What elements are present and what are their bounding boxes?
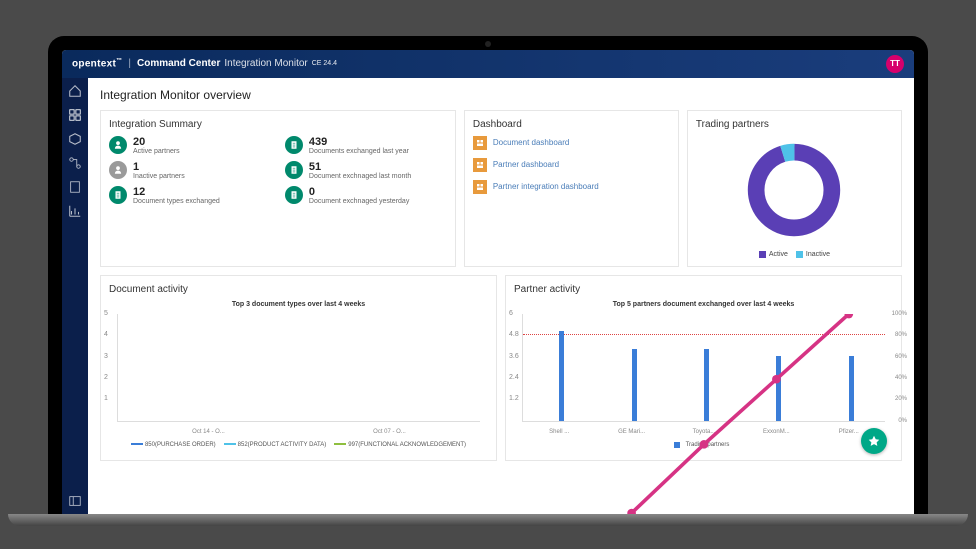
- summary-value: 51: [309, 161, 411, 173]
- trading-partners-card: Trading partners Active Inactive: [687, 110, 902, 267]
- partners-icon: [109, 161, 127, 179]
- doc-icon[interactable]: [68, 180, 82, 194]
- dashboard-link[interactable]: Partner integration dashboard: [473, 180, 670, 194]
- action-fab[interactable]: [861, 428, 887, 454]
- partner-chart-area: 1.22.43.64.860%20%40%60%80%100%Shell ...…: [522, 314, 885, 422]
- trading-partners-donut: [744, 140, 844, 240]
- summary-value: 439: [309, 136, 409, 148]
- summary-item: 51 Document exchnaged last month: [285, 161, 447, 180]
- summary-item: 20 Active partners: [109, 136, 271, 155]
- app-title: Command Center: [137, 58, 220, 69]
- document-activity-card: Document activity Top 3 document types o…: [100, 275, 497, 461]
- home-icon[interactable]: [68, 84, 82, 98]
- summary-label: Document exchnaged last month: [309, 173, 411, 180]
- dashboard-link-label: Partner integration dashboard: [493, 182, 599, 191]
- summary-label: Documents exchanged last year: [309, 148, 409, 155]
- doc-chart-area: 12345Oct 14 - O...Oct 07 - O...: [117, 314, 480, 422]
- summary-label: Active partners: [133, 148, 180, 155]
- summary-item: 12 Document types exchanged: [109, 186, 271, 205]
- summary-title: Integration Summary: [109, 119, 447, 130]
- summary-item: 1 Inactive partners: [109, 161, 271, 180]
- summary-value: 12: [133, 186, 220, 198]
- partner-activity-title: Partner activity: [514, 284, 893, 295]
- separator: |: [128, 58, 131, 69]
- summary-value: 1: [133, 161, 185, 173]
- dashboard-link-label: Partner dashboard: [493, 160, 559, 169]
- summary-value: 20: [133, 136, 180, 148]
- dashboard-icon: [473, 158, 487, 172]
- dashboard-icon: [473, 180, 487, 194]
- chart-icon[interactable]: [68, 204, 82, 218]
- partners-title: Trading partners: [696, 119, 893, 130]
- partner-chart-title: Top 5 partners document exchanged over l…: [514, 301, 893, 308]
- dashboard-title: Dashboard: [473, 119, 670, 130]
- dashboard-link[interactable]: Partner dashboard: [473, 158, 670, 172]
- left-nav: [62, 78, 88, 514]
- partners-icon: [109, 136, 127, 154]
- main-content: Integration Monitor overview Integration…: [88, 78, 914, 514]
- doc-chart-title: Top 3 document types over last 4 weeks: [109, 301, 488, 308]
- dashboard-links-card: Dashboard Document dashboard Partner das…: [464, 110, 679, 267]
- summary-label: Document exchnaged yesterday: [309, 198, 409, 205]
- integration-summary-card: Integration Summary 20 Active partners 4…: [100, 110, 456, 267]
- camera-dot: [485, 41, 491, 47]
- documents-icon: [285, 136, 303, 154]
- summary-value: 0: [309, 186, 409, 198]
- summary-item: 439 Documents exchanged last year: [285, 136, 447, 155]
- summary-label: Inactive partners: [133, 173, 185, 180]
- documents-icon: [285, 186, 303, 204]
- cumulative-line: [523, 314, 885, 514]
- monitor-icon[interactable]: [68, 108, 82, 122]
- summary-label: Document types exchanged: [133, 198, 220, 205]
- dashboard-icon: [473, 136, 487, 150]
- app-version: CE 24.4: [312, 60, 337, 67]
- laptop-frame: opentext™ | Command Center Integration M…: [48, 36, 928, 514]
- doc-activity-title: Document activity: [109, 284, 488, 295]
- box-icon[interactable]: [68, 132, 82, 146]
- app-subtitle: Integration Monitor: [224, 58, 307, 69]
- documents-icon: [285, 161, 303, 179]
- collapse-icon[interactable]: [68, 494, 82, 508]
- dashboard-link-label: Document dashboard: [493, 138, 570, 147]
- summary-item: 0 Document exchnaged yesterday: [285, 186, 447, 205]
- brand-logo: opentext™: [72, 58, 122, 69]
- flow-icon[interactable]: [68, 156, 82, 170]
- page-title: Integration Monitor overview: [100, 88, 902, 102]
- partner-activity-card: Partner activity Top 5 partners document…: [505, 275, 902, 461]
- dashboard-link[interactable]: Document dashboard: [473, 136, 670, 150]
- documents-icon: [109, 186, 127, 204]
- screen: opentext™ | Command Center Integration M…: [62, 50, 914, 514]
- donut-legend: Active Inactive: [696, 251, 893, 258]
- doc-chart-legend: 850(PURCHASE ORDER)852(PRODUCT ACTIVITY …: [109, 442, 488, 448]
- user-avatar[interactable]: TT: [886, 55, 904, 73]
- top-bar: opentext™ | Command Center Integration M…: [62, 50, 914, 78]
